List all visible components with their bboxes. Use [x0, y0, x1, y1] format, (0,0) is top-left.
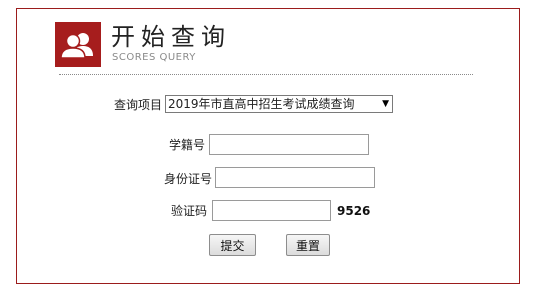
- query-item-select[interactable]: 2019年市直高中招生考试成绩查询 ▼: [165, 95, 393, 113]
- submit-button[interactable]: 提交: [209, 234, 256, 256]
- query-item-label: 查询项目: [114, 98, 163, 112]
- dropdown-arrow-icon: ▼: [382, 99, 389, 109]
- reset-button[interactable]: 重置: [286, 234, 330, 256]
- id-card-label: 身份证号: [164, 172, 213, 186]
- users-icon: [60, 33, 93, 59]
- id-card-input[interactable]: [215, 167, 375, 188]
- captcha-code[interactable]: 9526: [337, 203, 370, 219]
- page-title: 开始查询: [111, 23, 231, 51]
- captcha-label: 验证码: [171, 204, 208, 218]
- query-item-selected: 2019年市直高中招生考试成绩查询: [168, 97, 355, 111]
- header-divider: [59, 74, 473, 75]
- student-id-label: 学籍号: [169, 138, 206, 152]
- student-id-input[interactable]: [209, 134, 369, 155]
- logo: [55, 22, 101, 67]
- captcha-input[interactable]: [212, 200, 331, 221]
- page-subtitle: SCORES QUERY: [112, 52, 196, 63]
- query-panel: 开始查询 SCORES QUERY 查询项目 2019年市直高中招生考试成绩查询…: [16, 8, 520, 284]
